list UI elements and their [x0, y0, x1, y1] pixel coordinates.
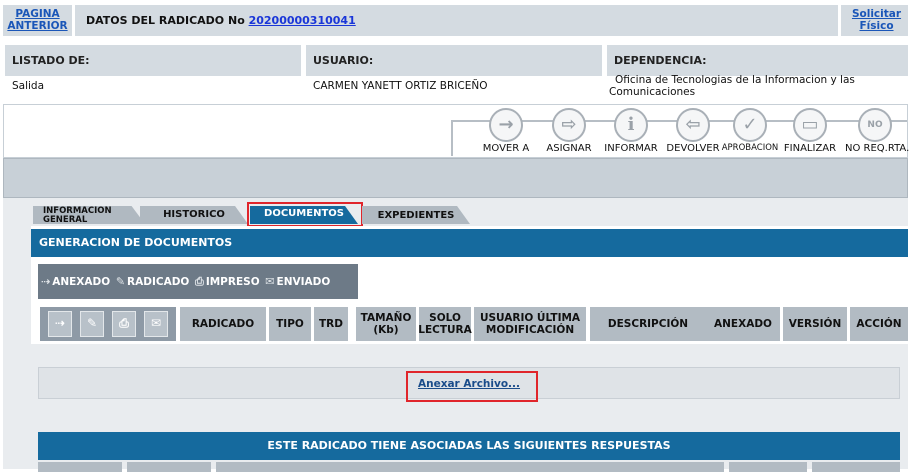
col-trd: TRD	[314, 307, 348, 341]
tab-informacion-general[interactable]: INFORMACION GENERAL	[33, 206, 145, 224]
legend-radicado: RADICADO	[127, 276, 190, 288]
tab-documentos-highlight	[247, 202, 363, 227]
info-icon: i	[614, 108, 648, 142]
action-track-corner	[451, 120, 453, 156]
move-to-label: MOVER A	[482, 143, 530, 154]
assign-icon: ⇨	[552, 108, 586, 142]
status-legend: ⇢ ANEXADO ✎ RADICADO ⎙ IMPRESO ✉ ENVIADO	[38, 264, 358, 299]
back-button[interactable]: PAGINA ANTERIOR	[3, 5, 75, 36]
col-usuario-line1: USUARIO ÚLTIMA	[479, 312, 581, 324]
col-usuario-modificacion: USUARIO ÚLTIMA MODIFICACIÓN	[474, 307, 586, 341]
col-tipo: TIPO	[269, 307, 311, 341]
finalize-button[interactable]: ▭ FINALIZAR	[780, 108, 840, 156]
radicado-number-link[interactable]: 20200000310041	[249, 14, 356, 27]
col-tamano: TAMAÑO (Kb)	[356, 307, 416, 341]
anexado-icon: ⇢	[41, 275, 51, 288]
return-icon: ⇦	[676, 108, 710, 142]
radicado-icon: ✎	[115, 275, 126, 288]
responses-header: ESTE RADICADO TIENE ASOCIADAS LAS SIGUIE…	[38, 432, 900, 460]
no-reply-button[interactable]: NO NO REQ.RTA.	[845, 108, 910, 156]
col-solo-line1: SOLO	[429, 312, 461, 324]
assign-button[interactable]: ⇨ ASIGNAR	[539, 108, 599, 156]
return-label: DEVOLVER	[666, 143, 720, 154]
col-radicado: RADICADO	[180, 307, 266, 341]
separator-band	[3, 158, 908, 198]
usuario-label: USUARIO:	[306, 45, 602, 76]
solicitar-fisico-link[interactable]: Solicitar Físico	[852, 8, 901, 32]
finalize-label: FINALIZAR	[783, 143, 837, 154]
check-icon: ✓	[733, 108, 767, 142]
tab-expedientes[interactable]: EXPEDIENTES	[362, 206, 470, 224]
col-descripcion: DESCRIPCIÓN	[590, 307, 706, 341]
legend-impreso: IMPRESO	[205, 276, 260, 288]
assign-label: ASIGNAR	[546, 143, 592, 154]
col-solo-line2: LECTURA	[418, 324, 472, 336]
no-reply-label: NO REQ.RTA.	[845, 143, 910, 154]
move-to-button[interactable]: → MOVER A	[476, 108, 536, 156]
col-version: VERSIÓN	[783, 307, 847, 341]
listado-value: Salida	[12, 80, 45, 92]
inform-label: INFORMAR	[604, 143, 658, 154]
responses-col-1	[38, 462, 122, 472]
status-icons-header: ⇢ ✎ ⎙ ✉	[40, 307, 176, 341]
col-solo-lectura: SOLO LECTURA	[418, 307, 472, 341]
document-icon: ▭	[793, 108, 827, 142]
radicado-column-icon: ✎	[80, 311, 104, 337]
col-tamano-line2: (Kb)	[373, 324, 399, 336]
tab-general-label: GENERAL	[43, 215, 88, 225]
docs-header: GENERACION DE DOCUMENTOS	[31, 229, 908, 257]
col-tamano-line1: TAMAÑO	[360, 312, 412, 324]
sent-icon: ✉	[265, 275, 275, 288]
no-icon: NO	[858, 108, 892, 142]
inform-button[interactable]: i INFORMAR	[601, 108, 661, 156]
col-usuario-line2: MODIFICACIÓN	[485, 324, 575, 336]
annex-link-highlight	[406, 371, 538, 402]
col-accion: ACCIÓN	[850, 307, 908, 341]
sent-column-icon: ✉	[144, 311, 168, 337]
responses-col-4	[729, 462, 807, 472]
responses-col-5	[812, 462, 900, 472]
dependencia-label: DEPENDENCIA:	[607, 45, 908, 76]
radicado-title-label: DATOS DEL RADICADO No	[86, 14, 249, 27]
responses-col-2	[127, 462, 211, 472]
radicado-title: DATOS DEL RADICADO No 20200000310041	[86, 5, 356, 36]
approval-button[interactable]: ✓ APROBACION	[720, 108, 780, 156]
usuario-value: CARMEN YANETT ORTIZ BRICEÑO	[313, 80, 488, 92]
back-link[interactable]: PAGINA ANTERIOR	[7, 8, 67, 32]
legend-anexado: ANEXADO	[52, 276, 111, 288]
tab-historico[interactable]: HISTORICO	[140, 206, 248, 224]
dependencia-value: Oficina de Tecnologias de la Informacion…	[609, 74, 855, 98]
printer-icon: ⎙	[195, 275, 204, 288]
legend-enviado: ENVIADO	[276, 276, 331, 288]
approval-label: APROBACION	[721, 143, 779, 153]
listado-label: LISTADO DE:	[5, 45, 301, 76]
arrow-right-icon: →	[489, 108, 523, 142]
return-button[interactable]: ⇦ DEVOLVER	[663, 108, 723, 156]
printer-column-icon: ⎙	[112, 311, 136, 337]
anexado-column-icon: ⇢	[48, 311, 72, 337]
solicitar-fisico-button[interactable]: Solicitar Físico	[838, 5, 908, 36]
responses-col-3	[216, 462, 724, 472]
col-anexado: ANEXADO	[706, 307, 780, 341]
